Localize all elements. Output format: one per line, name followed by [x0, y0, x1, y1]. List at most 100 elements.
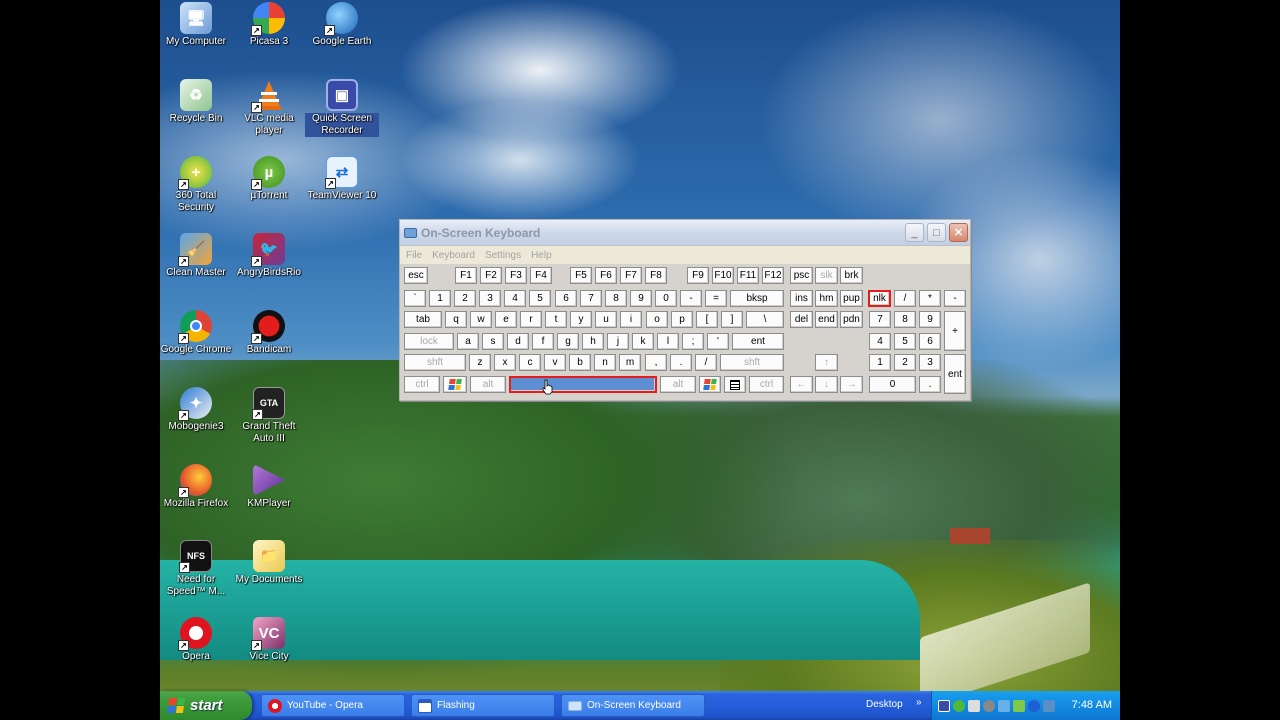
key-right-bracket[interactable]: ]: [721, 311, 743, 328]
key-tab[interactable]: tab: [404, 311, 442, 328]
key-numpad-divide[interactable]: /: [894, 290, 916, 307]
key-backspace[interactable]: bksp: [730, 290, 784, 307]
key-g[interactable]: g: [557, 333, 579, 350]
key-numpad-4[interactable]: 4: [869, 333, 891, 350]
key-j[interactable]: j: [607, 333, 629, 350]
key-comma[interactable]: ,: [645, 354, 667, 371]
menu-file[interactable]: File: [406, 250, 422, 261]
key-z[interactable]: z: [469, 354, 491, 371]
key-f7[interactable]: F7: [620, 267, 642, 284]
key-f10[interactable]: F10: [712, 267, 734, 284]
key-numpad-add[interactable]: +: [944, 311, 966, 351]
key-e[interactable]: e: [495, 311, 517, 328]
desktop-icon-my-documents[interactable]: 📁 My Documents: [232, 540, 306, 586]
start-button[interactable]: start: [160, 691, 252, 720]
key-numpad-enter[interactable]: ent: [944, 354, 966, 394]
network-tray-icon[interactable]: [998, 699, 1010, 712]
desktop-icon-clean-master[interactable]: 🧹 ↗ Clean Master: [159, 233, 233, 279]
key-h[interactable]: h: [582, 333, 604, 350]
key-numpad-3[interactable]: 3: [919, 354, 941, 371]
key-s[interactable]: s: [482, 333, 504, 350]
key-left-ctrl[interactable]: ctrl: [404, 376, 440, 393]
key-f1[interactable]: F1: [455, 267, 477, 284]
key-q[interactable]: q: [445, 311, 467, 328]
key-delete[interactable]: del: [790, 311, 813, 328]
menu-help[interactable]: Help: [531, 250, 552, 261]
window-titlebar[interactable]: On-Screen Keyboard _ □ ✕: [400, 220, 970, 246]
key-menu[interactable]: [724, 376, 746, 393]
key-numpad-decimal[interactable]: .: [919, 376, 941, 393]
key-caps-lock[interactable]: lock: [404, 333, 454, 350]
minimize-button[interactable]: _: [905, 223, 924, 242]
key-f6[interactable]: F6: [595, 267, 617, 284]
key-numpad-7[interactable]: 7: [869, 311, 891, 328]
key-d[interactable]: d: [507, 333, 529, 350]
key-1[interactable]: 1: [429, 290, 451, 307]
key-i[interactable]: i: [620, 311, 642, 328]
key-left-windows[interactable]: [443, 376, 467, 393]
desktop-icon-teamviewer[interactable]: ⇄ ↗ TeamViewer 10: [305, 156, 379, 202]
key-right-alt[interactable]: alt: [660, 376, 696, 393]
key-6[interactable]: 6: [555, 290, 577, 307]
key-page-down[interactable]: pdn: [840, 311, 863, 328]
safely-remove-icon[interactable]: [1043, 699, 1055, 712]
key-4[interactable]: 4: [504, 290, 526, 307]
desktop-icon-mobogenie[interactable]: ✦ ↗ Mobogenie3: [159, 387, 233, 433]
key-page-up[interactable]: pup: [840, 290, 863, 307]
key-f12[interactable]: F12: [762, 267, 784, 284]
update-tray-icon[interactable]: [1013, 699, 1025, 712]
key-f9[interactable]: F9: [687, 267, 709, 284]
desktop-icon-vlc[interactable]: ↗ VLC media player: [232, 79, 306, 137]
desktop-icon-opera[interactable]: ↗ Opera: [159, 617, 233, 663]
key-psc[interactable]: psc: [790, 267, 813, 284]
key-f11[interactable]: F11: [737, 267, 759, 284]
key-right-ctrl[interactable]: ctrl: [749, 376, 784, 393]
key-f8[interactable]: F8: [645, 267, 667, 284]
key-home[interactable]: hm: [815, 290, 838, 307]
desktop-icon-gta3[interactable]: GTA ↗ Grand Theft Auto III: [232, 387, 306, 445]
desktop-icon-picasa[interactable]: ↗ Picasa 3: [232, 2, 306, 48]
desktop-icon-my-computer[interactable]: 🖥 My Computer: [159, 2, 233, 48]
key-2[interactable]: 2: [454, 290, 476, 307]
key-numpad-6[interactable]: 6: [919, 333, 941, 350]
key-o[interactable]: o: [646, 311, 668, 328]
key-brk[interactable]: brk: [840, 267, 863, 284]
key-numpad-2[interactable]: 2: [894, 354, 916, 371]
key-slash[interactable]: /: [695, 354, 717, 371]
key-slk[interactable]: slk: [815, 267, 838, 284]
key-enter[interactable]: ent: [732, 333, 784, 350]
key-esc[interactable]: esc: [404, 267, 428, 284]
desktop-icon-vice-city[interactable]: VC ↗ Vice City: [232, 617, 306, 663]
key-f3[interactable]: F3: [505, 267, 527, 284]
key-grave[interactable]: `: [404, 290, 426, 307]
key-numpad-1[interactable]: 1: [869, 354, 891, 371]
key-k[interactable]: k: [632, 333, 654, 350]
key-numpad-9[interactable]: 9: [919, 311, 941, 328]
taskbar-item-youtube-opera[interactable]: YouTube - Opera: [261, 694, 405, 717]
key-right-windows[interactable]: [699, 376, 721, 393]
key-space[interactable]: [509, 376, 657, 393]
key-9[interactable]: 9: [630, 290, 652, 307]
key-8[interactable]: 8: [605, 290, 627, 307]
key-numpad-0[interactable]: 0: [869, 376, 916, 393]
key-f[interactable]: f: [532, 333, 554, 350]
key-equal[interactable]: =: [705, 290, 727, 307]
desktop-icon-360-total-security[interactable]: + ↗ 360 Total Security: [159, 156, 233, 214]
key-t[interactable]: t: [545, 311, 567, 328]
key-backslash[interactable]: \: [746, 311, 784, 328]
key-numpad-5[interactable]: 5: [894, 333, 916, 350]
key-quote[interactable]: ': [707, 333, 729, 350]
key-left-shift[interactable]: shft: [404, 354, 466, 371]
key-u[interactable]: u: [595, 311, 617, 328]
desktop-icon-kmplayer[interactable]: KMPlayer: [232, 464, 306, 510]
desktop-icon-quick-screen-recorder[interactable]: ▣ Quick Screen Recorder: [305, 79, 379, 137]
menu-keyboard[interactable]: Keyboard: [432, 250, 475, 261]
key-right-shift[interactable]: shft: [720, 354, 784, 371]
key-arrow-up[interactable]: ↑: [815, 354, 838, 371]
key-arrow-right[interactable]: →: [840, 376, 863, 393]
key-period[interactable]: .: [670, 354, 692, 371]
key-arrow-left[interactable]: ←: [790, 376, 813, 393]
key-semicolon[interactable]: ;: [682, 333, 704, 350]
key-left-bracket[interactable]: [: [696, 311, 718, 328]
close-button[interactable]: ✕: [949, 223, 968, 242]
